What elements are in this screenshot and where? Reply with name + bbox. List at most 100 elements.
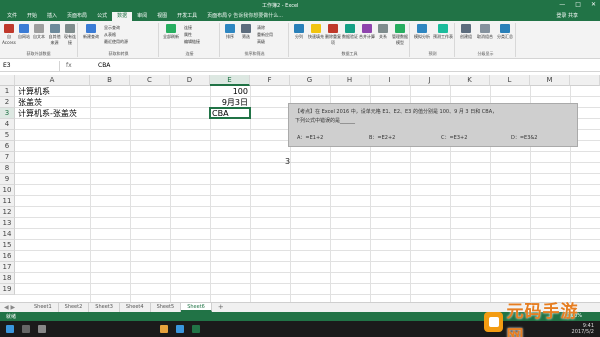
name-box[interactable]: E3 — [0, 61, 60, 71]
file-explorer-icon[interactable] — [160, 325, 168, 333]
row-header-4[interactable]: 4 — [0, 119, 15, 130]
sheet-tab-2[interactable]: Sheet2 — [59, 303, 90, 312]
row-header-12[interactable]: 12 — [0, 207, 15, 218]
text-to-columns-button[interactable]: 分列 — [291, 24, 307, 40]
row-header-2[interactable]: 2 — [0, 97, 15, 108]
filter-button[interactable]: 筛选 — [239, 24, 253, 40]
tab-formulas[interactable]: 公式 — [92, 12, 112, 21]
group-button[interactable]: 创建组 — [458, 24, 474, 40]
column-header-e[interactable]: E — [210, 75, 250, 86]
remove-duplicates-button[interactable]: 删除重复项 — [325, 24, 341, 46]
maximize-button[interactable]: □ — [575, 1, 581, 8]
column-header-c[interactable]: C — [130, 75, 170, 86]
sheet-tab-1[interactable]: Sheet1 — [28, 303, 59, 312]
excel-icon[interactable] — [192, 325, 200, 333]
column-header-j[interactable]: J — [410, 75, 450, 86]
from-web-button[interactable]: 自网站 — [17, 24, 31, 40]
row-header-13[interactable]: 13 — [0, 218, 15, 229]
forecast-sheet-button[interactable]: 预测工作表 — [433, 24, 453, 40]
row-header-11[interactable]: 11 — [0, 196, 15, 207]
column-header-n[interactable] — [570, 75, 600, 86]
tab-view[interactable]: 视图 — [152, 12, 172, 21]
tab-page-layout[interactable]: 页面布局 — [62, 12, 92, 21]
recent-sources-button[interactable]: 最近使用的源 — [104, 39, 128, 45]
row-header-8[interactable]: 8 — [0, 163, 15, 174]
row-header-15[interactable]: 15 — [0, 240, 15, 251]
select-all-corner[interactable] — [0, 75, 15, 86]
row-header-7[interactable]: 7 — [0, 152, 15, 163]
column-header-a[interactable]: A — [15, 75, 90, 86]
tab-file[interactable]: 文件 — [2, 12, 22, 21]
close-button[interactable]: ✕ — [591, 1, 596, 8]
row-header-1[interactable]: 1 — [0, 86, 15, 97]
data-validation-button[interactable]: 数据验证 — [342, 24, 358, 40]
cell-a3[interactable]: 计算机系-张盖茨 — [18, 108, 77, 119]
task-view-icon[interactable] — [38, 325, 46, 333]
tab-home[interactable]: 开始 — [22, 12, 42, 21]
tab-review[interactable]: 审阅 — [132, 12, 152, 21]
sort-button[interactable]: 排序 — [223, 24, 237, 40]
sheet-tab-4[interactable]: Sheet4 — [120, 303, 151, 312]
connections-button[interactable]: 连接 — [184, 25, 192, 31]
flash-fill-button[interactable]: 快速填充 — [308, 24, 324, 40]
column-header-b[interactable]: B — [90, 75, 130, 86]
consolidate-button[interactable]: 合并计算 — [359, 24, 375, 40]
row-header-9[interactable]: 9 — [0, 174, 15, 185]
row-header-3[interactable]: 3 — [0, 108, 15, 119]
sheet-tab-3[interactable]: Sheet3 — [89, 303, 120, 312]
column-header-k[interactable]: K — [450, 75, 490, 86]
from-text-button[interactable]: 自文本 — [32, 24, 46, 40]
cell-a2[interactable]: 张盖茨 — [18, 97, 42, 108]
cell-a1[interactable]: 计算机系 — [18, 86, 50, 97]
edit-links-button[interactable]: 编辑链接 — [184, 39, 200, 45]
sheet-tab-5[interactable]: Sheet5 — [151, 303, 182, 312]
tab-developer[interactable]: 开发工具 — [172, 12, 202, 21]
cell-e1[interactable]: 100 — [210, 86, 248, 97]
subtotal-button[interactable]: 分类汇总 — [496, 24, 514, 40]
sheet-tab-6[interactable]: Sheet6 — [181, 303, 212, 312]
manage-data-model-button[interactable]: 管理数据模型 — [391, 24, 409, 46]
row-header-16[interactable]: 16 — [0, 251, 15, 262]
start-icon[interactable] — [6, 325, 14, 333]
clear-button[interactable]: 清除 — [257, 25, 265, 31]
relationships-button[interactable]: 关系 — [376, 24, 390, 40]
column-header-h[interactable]: H — [330, 75, 370, 86]
what-if-analysis-button[interactable]: 模拟分析 — [413, 24, 431, 40]
row-header-10[interactable]: 10 — [0, 185, 15, 196]
row-header-5[interactable]: 5 — [0, 130, 15, 141]
browser-icon[interactable] — [176, 325, 184, 333]
sheet-nav-arrows[interactable]: ◀ ▶ — [4, 304, 15, 311]
show-queries-button[interactable]: 显示查询 — [104, 25, 120, 31]
cell-e2[interactable]: 9月3日 — [210, 97, 248, 108]
column-header-i[interactable]: I — [370, 75, 410, 86]
from-table-button[interactable]: 从表格 — [104, 32, 116, 38]
new-query-button[interactable]: 新建查询 — [81, 24, 101, 40]
row-header-17[interactable]: 17 — [0, 262, 15, 273]
row-header-19[interactable]: 19 — [0, 284, 15, 295]
row-header-6[interactable]: 6 — [0, 141, 15, 152]
search-icon[interactable] — [22, 325, 30, 333]
column-header-m[interactable]: M — [530, 75, 570, 86]
minimize-button[interactable]: — — [559, 1, 565, 8]
existing-connections-button[interactable]: 现有连接 — [63, 24, 77, 46]
add-sheet-button[interactable]: + — [212, 303, 230, 312]
refresh-all-button[interactable]: 全部刷新 — [162, 24, 180, 40]
sign-in-share[interactable]: 登录 共享 — [556, 12, 578, 19]
formula-input[interactable]: CBA — [98, 61, 110, 71]
column-header-l[interactable]: L — [490, 75, 530, 86]
row-header-18[interactable]: 18 — [0, 273, 15, 284]
cell-e3[interactable]: CBA — [212, 108, 229, 119]
advanced-button[interactable]: 高级 — [257, 39, 265, 45]
tab-data[interactable]: 数据 — [112, 12, 133, 21]
tab-insert[interactable]: 插入 — [42, 12, 62, 21]
embedded-question-image[interactable]: 【考点】在 Excel 2016 中，设单元格 E1、E2、E3 的值分别是 1… — [288, 103, 578, 147]
column-header-d[interactable]: D — [170, 75, 210, 86]
from-access-button[interactable]: 自Access — [2, 24, 16, 45]
from-other-sources-button[interactable]: 自其他来源 — [47, 24, 62, 46]
column-header-f[interactable]: F — [250, 75, 290, 86]
tell-me-box[interactable]: ♀ 告诉我你想要做什么... — [228, 12, 283, 19]
column-header-g[interactable]: G — [290, 75, 330, 86]
reapply-button[interactable]: 重新应用 — [257, 32, 273, 38]
properties-button[interactable]: 属性 — [184, 32, 192, 38]
fx-icon[interactable]: fx — [66, 61, 72, 71]
